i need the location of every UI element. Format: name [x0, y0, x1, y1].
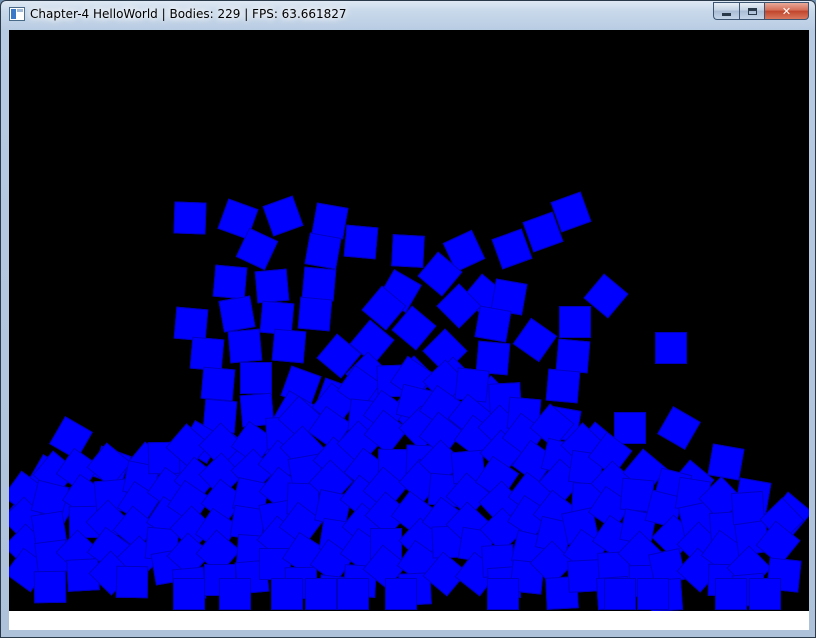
physics-box [227, 328, 263, 364]
minimize-icon [722, 12, 731, 16]
physics-box [200, 366, 236, 402]
physics-box [254, 268, 290, 304]
physics-box [304, 232, 342, 270]
physics-box [271, 578, 303, 610]
physics-box [262, 195, 304, 237]
physics-box [637, 578, 669, 610]
physics-box [305, 578, 337, 610]
simulation-canvas[interactable] [9, 30, 809, 630]
physics-box [749, 578, 781, 610]
physics-box [240, 362, 272, 394]
close-button[interactable]: ✕ [765, 2, 809, 20]
physics-box [559, 306, 591, 338]
physics-box [545, 368, 581, 404]
physics-box [343, 224, 379, 260]
physics-box [391, 234, 425, 268]
physics-box [173, 201, 207, 235]
physics-box [33, 570, 67, 604]
close-icon: ✕ [781, 4, 792, 18]
physics-box [173, 578, 205, 610]
physics-box [115, 565, 149, 599]
physics-box [614, 412, 646, 444]
maximize-button[interactable] [739, 2, 765, 20]
physics-box [474, 305, 512, 343]
physics-box [271, 328, 307, 364]
physics-box [219, 578, 251, 610]
physics-box [657, 406, 701, 450]
app-icon[interactable] [9, 7, 25, 21]
window-title: Chapter-4 HelloWorld | Bodies: 229 | FPS… [30, 7, 347, 21]
physics-box [212, 264, 248, 300]
physics-box [655, 332, 687, 364]
physics-box [385, 578, 417, 610]
minimize-button[interactable] [713, 2, 739, 20]
ground-body [9, 611, 809, 630]
physics-box [512, 317, 558, 363]
physics-box [555, 338, 591, 374]
physics-box [173, 306, 209, 342]
physics-box [218, 295, 256, 333]
physics-box [715, 578, 747, 610]
physics-box [301, 266, 337, 302]
physics-box [487, 578, 519, 610]
window-controls: ✕ [713, 2, 809, 21]
physics-box [707, 443, 745, 481]
title-bar[interactable]: Chapter-4 HelloWorld | Bodies: 229 | FPS… [1, 1, 815, 29]
app-window: Chapter-4 HelloWorld | Bodies: 229 | FPS… [0, 0, 816, 638]
physics-box [337, 578, 369, 610]
maximize-icon [747, 7, 757, 15]
physics-box [604, 578, 636, 610]
physics-box [297, 296, 333, 332]
